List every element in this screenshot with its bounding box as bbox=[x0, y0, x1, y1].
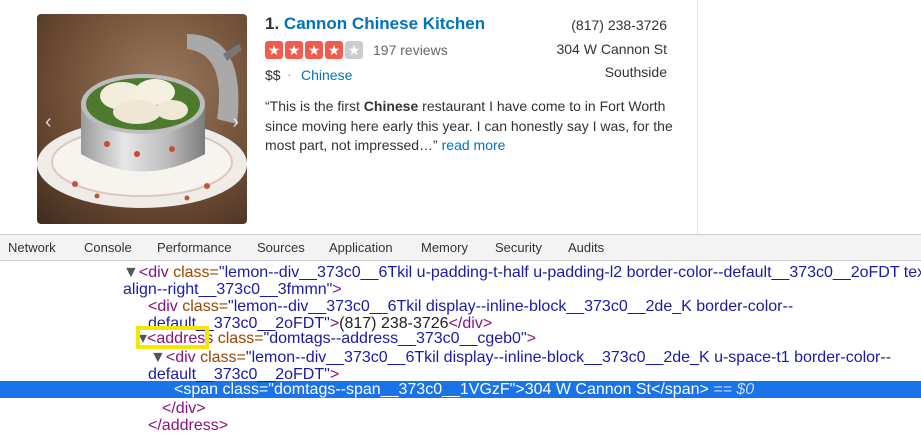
column-divider bbox=[697, 0, 698, 234]
attr-name: class= bbox=[218, 381, 269, 398]
attr-name: class= bbox=[195, 349, 246, 366]
tag-bracket: > bbox=[332, 281, 342, 298]
tab-memory[interactable]: Memory bbox=[421, 235, 468, 260]
attr-value: "domtags--span__373c0__1VGzF" bbox=[268, 381, 516, 398]
dom-node-continuation: align--right__373c0__3fmmn"> bbox=[123, 281, 342, 298]
dom-node-div[interactable]: ▼<div class="lemon--div__373c0__6Tkil u-… bbox=[123, 264, 921, 281]
attr-name: class= bbox=[213, 330, 264, 347]
snippet-text: “This is the first bbox=[265, 98, 364, 114]
street-address: 304 W Cannon St bbox=[556, 41, 667, 57]
chevron-left-icon[interactable]: ‹ bbox=[45, 112, 52, 132]
tab-audits[interactable]: Audits bbox=[568, 235, 604, 260]
business-title: 1. Cannon Chinese Kitchen bbox=[265, 14, 485, 34]
dom-node-span-selected[interactable]: <span class="domtags--span__373c0__1VGzF… bbox=[174, 381, 754, 398]
separator-dot: · bbox=[287, 66, 292, 82]
neighborhood: Southside bbox=[604, 64, 667, 80]
business-photo[interactable]: ‹ › bbox=[37, 14, 247, 224]
star-icon: ★ bbox=[285, 41, 303, 59]
tag-name: <div bbox=[138, 264, 169, 281]
chevron-right-icon[interactable]: › bbox=[232, 112, 239, 132]
tag-bracket: > bbox=[526, 330, 536, 347]
dom-node-close[interactable]: </div> bbox=[162, 400, 206, 417]
tag-bracket: > bbox=[515, 381, 525, 398]
tab-network[interactable]: Network bbox=[8, 235, 56, 260]
dom-node-div[interactable]: ▼<div class="lemon--div__373c0__6Tkil di… bbox=[150, 349, 891, 366]
dom-node-div[interactable]: <div class="lemon--div__373c0__6Tkil dis… bbox=[148, 298, 793, 315]
annotation-highlight-box bbox=[136, 326, 209, 349]
tag-name: <div bbox=[165, 349, 196, 366]
tab-console[interactable]: Console bbox=[84, 235, 132, 260]
review-count: 197 reviews bbox=[373, 42, 448, 58]
snippet-highlight: Chinese bbox=[363, 98, 419, 114]
dom-node-close[interactable]: </address> bbox=[148, 417, 228, 434]
expand-triangle-icon[interactable]: ▼ bbox=[150, 349, 166, 366]
tab-performance[interactable]: Performance bbox=[157, 235, 231, 260]
node-text: 304 W Cannon St bbox=[524, 381, 651, 398]
tag-name: </address> bbox=[148, 417, 229, 434]
tag-name: </span> bbox=[651, 381, 709, 398]
category-link[interactable]: Chinese bbox=[301, 67, 352, 83]
attr-value: align--right__373c0__3fmmn" bbox=[123, 281, 333, 298]
star-empty-icon: ★ bbox=[345, 41, 363, 59]
attr-value: "lemon--div__373c0__6Tkil u-padding-t-ha… bbox=[218, 264, 921, 281]
phone-number: (817) 238-3726 bbox=[571, 17, 667, 33]
attr-value: "lemon--div__373c0__6Tkil display--inlin… bbox=[228, 298, 794, 315]
tag-name: <span bbox=[174, 381, 219, 398]
tab-security[interactable]: Security bbox=[495, 235, 542, 260]
star-icon: ★ bbox=[305, 41, 323, 59]
tab-sources[interactable]: Sources bbox=[257, 235, 305, 260]
business-name-link[interactable]: Cannon Chinese Kitchen bbox=[284, 14, 485, 33]
review-snippet: “This is the first Chinese restaurant I … bbox=[265, 97, 675, 156]
tab-application[interactable]: Application bbox=[329, 235, 393, 260]
tag-name: <div bbox=[148, 298, 178, 315]
attr-name: class= bbox=[177, 298, 229, 315]
dumpling-photo bbox=[37, 14, 247, 224]
star-rating: ★ ★ ★ ★ ★ bbox=[265, 41, 363, 59]
attr-value: "domtags--address__373c0__cgeb0" bbox=[263, 330, 527, 347]
price-range: $$ bbox=[265, 67, 281, 83]
tag-name: </div> bbox=[162, 400, 206, 417]
console-ref-marker: == $0 bbox=[708, 381, 755, 398]
star-icon: ★ bbox=[325, 41, 343, 59]
result-rank: 1. bbox=[265, 14, 280, 33]
search-result-card: ‹ › 1. Cannon Chinese Kitchen ★ ★ ★ ★ ★ … bbox=[0, 0, 921, 234]
read-more-link[interactable]: read more bbox=[442, 137, 506, 153]
devtools-tab-bar: Network Console Performance Sources Appl… bbox=[0, 234, 921, 261]
attr-value: "lemon--div__373c0__6Tkil display--inlin… bbox=[245, 349, 892, 366]
expand-triangle-icon[interactable]: ▼ bbox=[123, 264, 139, 281]
attr-name: class= bbox=[168, 264, 219, 281]
star-icon: ★ bbox=[265, 41, 283, 59]
